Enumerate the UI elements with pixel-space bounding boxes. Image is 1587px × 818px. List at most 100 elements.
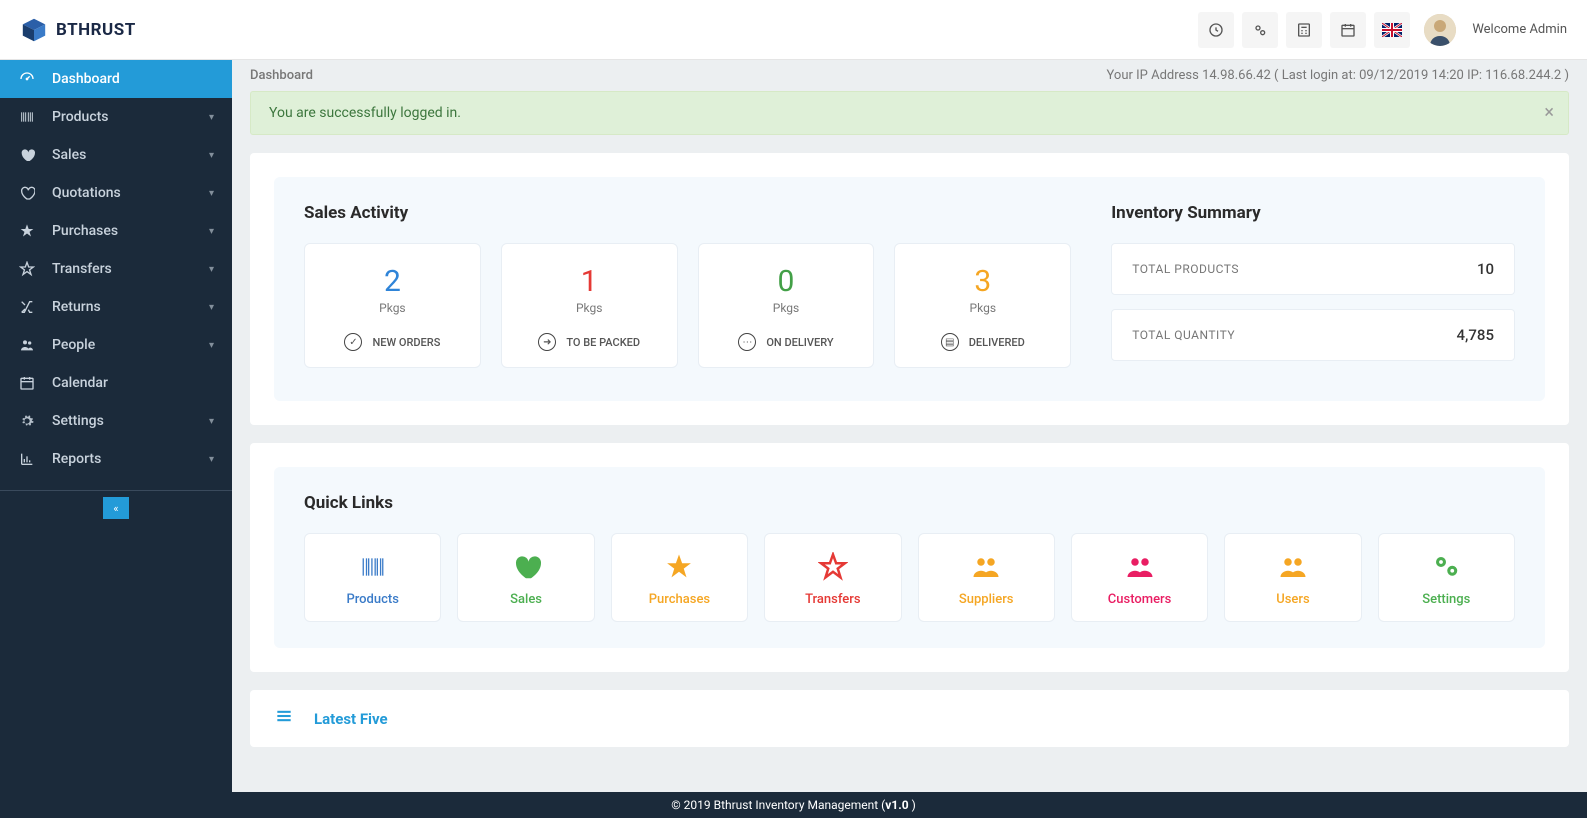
arrow-circle-icon: ➜ [538,333,556,351]
sidebar-label: Settings [52,413,104,429]
sidebar-label: Reports [52,451,101,467]
quick-link-users[interactable]: Users [1224,533,1361,622]
stat-card-new-orders[interactable]: 2 Pkgs ✓ NEW ORDERS [304,243,481,368]
collapse-button[interactable]: « [103,497,129,519]
welcome-text[interactable]: Welcome Admin [1472,22,1567,37]
stat-unit: Pkgs [512,301,667,315]
quick-link-label: Purchases [620,592,739,607]
sidebar-label: Returns [52,299,101,315]
dashboard-shortcut-icon[interactable] [1198,12,1234,48]
sidebar-item-settings[interactable]: Settings ▾ [0,402,232,440]
summary-label: TOTAL PRODUCTS [1132,262,1239,276]
chart-icon [18,451,36,467]
chevron-down-icon: ▾ [209,416,214,427]
sidebar-collapse: « [0,490,232,519]
users-icon [1233,552,1352,582]
sidebar-item-quotations[interactable]: Quotations ▾ [0,174,232,212]
overview-panel: Sales Activity 2 Pkgs ✓ NEW ORDERS [250,153,1569,425]
shuffle-icon [18,299,36,315]
quick-link-label: Sales [466,592,585,607]
sidebar-label: Calendar [52,375,108,391]
quick-link-label: Transfers [773,592,892,607]
star-icon [18,223,36,239]
users-icon [1080,552,1199,582]
quick-links-panel: Quick Links Products Sales Purchases [250,443,1569,672]
sidebar-item-products[interactable]: Products ▾ [0,98,232,136]
stat-card-delivered[interactable]: 3 Pkgs ▤ DELIVERED [894,243,1071,368]
stat-label: NEW ORDERS [372,336,440,349]
footer: © 2019 Bthrust Inventory Management (v1.… [0,792,1587,818]
inventory-summary: Inventory Summary TOTAL PRODUCTS 10 TOTA… [1111,203,1515,375]
header: BTHRUST Welcome Admin [0,0,1587,60]
sidebar: Dashboard Products ▾ Sales ▾ Quotations … [0,60,232,792]
quick-link-label: Suppliers [927,592,1046,607]
sidebar-item-transfers[interactable]: Transfers ▾ [0,250,232,288]
calendar-icon [18,375,36,391]
sidebar-item-returns[interactable]: Returns ▾ [0,288,232,326]
chevron-down-icon: ▾ [209,302,214,313]
quick-link-suppliers[interactable]: Suppliers [918,533,1055,622]
sidebar-label: Transfers [52,261,112,277]
calculator-shortcut-icon[interactable] [1286,12,1322,48]
stat-value: 2 [315,264,470,299]
chevron-down-icon: ▾ [209,340,214,351]
quick-link-label: Settings [1387,592,1506,607]
success-alert: You are successfully logged in. × [250,91,1569,135]
calendar-shortcut-icon[interactable] [1330,12,1366,48]
sidebar-item-dashboard[interactable]: Dashboard [0,60,232,98]
sidebar-item-reports[interactable]: Reports ▾ [0,440,232,478]
gears-icon [1387,552,1506,582]
stat-unit: Pkgs [905,301,1060,315]
star-icon [620,552,739,582]
sidebar-label: People [52,337,95,353]
sidebar-item-calendar[interactable]: Calendar [0,364,232,402]
quick-link-sales[interactable]: Sales [457,533,594,622]
stat-value: 0 [709,264,864,299]
stat-label: ON DELIVERY [766,336,833,349]
users-icon [18,337,36,353]
footer-prefix: © 2019 Bthrust Inventory Management ( [671,798,885,812]
summary-row-products: TOTAL PRODUCTS 10 [1111,243,1515,295]
sidebar-item-purchases[interactable]: Purchases ▾ [0,212,232,250]
stat-value: 3 [905,264,1060,299]
chevron-down-icon: ▾ [209,188,214,199]
stat-card-on-delivery[interactable]: 0 Pkgs ⋯ ON DELIVERY [698,243,875,368]
dots-circle-icon: ⋯ [738,333,756,351]
gear-icon [18,413,36,429]
alert-close-icon[interactable]: × [1544,102,1554,123]
stat-label: DELIVERED [969,336,1025,349]
alert-message: You are successfully logged in. [269,105,461,121]
stat-card-to-be-packed[interactable]: 1 Pkgs ➜ TO BE PACKED [501,243,678,368]
quick-link-purchases[interactable]: Purchases [611,533,748,622]
language-flag-icon[interactable] [1374,12,1410,48]
latest-title: Latest Five [314,710,388,728]
breadcrumb-bar: Dashboard Your IP Address 14.98.66.42 ( … [232,60,1587,91]
sidebar-label: Quotations [52,185,121,201]
sidebar-label: Products [52,109,109,125]
sales-activity: Sales Activity 2 Pkgs ✓ NEW ORDERS [304,203,1071,375]
sidebar-item-people[interactable]: People ▾ [0,326,232,364]
summary-value: 10 [1477,260,1494,278]
logo-text: BTHRUST [56,20,136,40]
settings-shortcut-icon[interactable] [1242,12,1278,48]
heart-outline-icon [18,185,36,201]
quick-link-customers[interactable]: Customers [1071,533,1208,622]
quick-link-products[interactable]: Products [304,533,441,622]
ip-info: Your IP Address 14.98.66.42 ( Last login… [1107,68,1569,83]
summary-row-quantity: TOTAL QUANTITY 4,785 [1111,309,1515,361]
logo[interactable]: BTHRUST [20,16,136,44]
stat-label: TO BE PACKED [566,336,640,349]
stat-unit: Pkgs [315,301,470,315]
barcode-icon [18,109,36,125]
list-icon [274,706,294,731]
quick-link-settings[interactable]: Settings [1378,533,1515,622]
user-avatar[interactable] [1424,14,1456,46]
check-circle-icon: ✓ [344,333,362,351]
stat-value: 1 [512,264,667,299]
quick-link-label: Users [1233,592,1352,607]
quick-link-transfers[interactable]: Transfers [764,533,901,622]
sidebar-item-sales[interactable]: Sales ▾ [0,136,232,174]
header-actions: Welcome Admin [1198,12,1567,48]
chevron-down-icon: ▾ [209,454,214,465]
sidebar-label: Purchases [52,223,118,239]
